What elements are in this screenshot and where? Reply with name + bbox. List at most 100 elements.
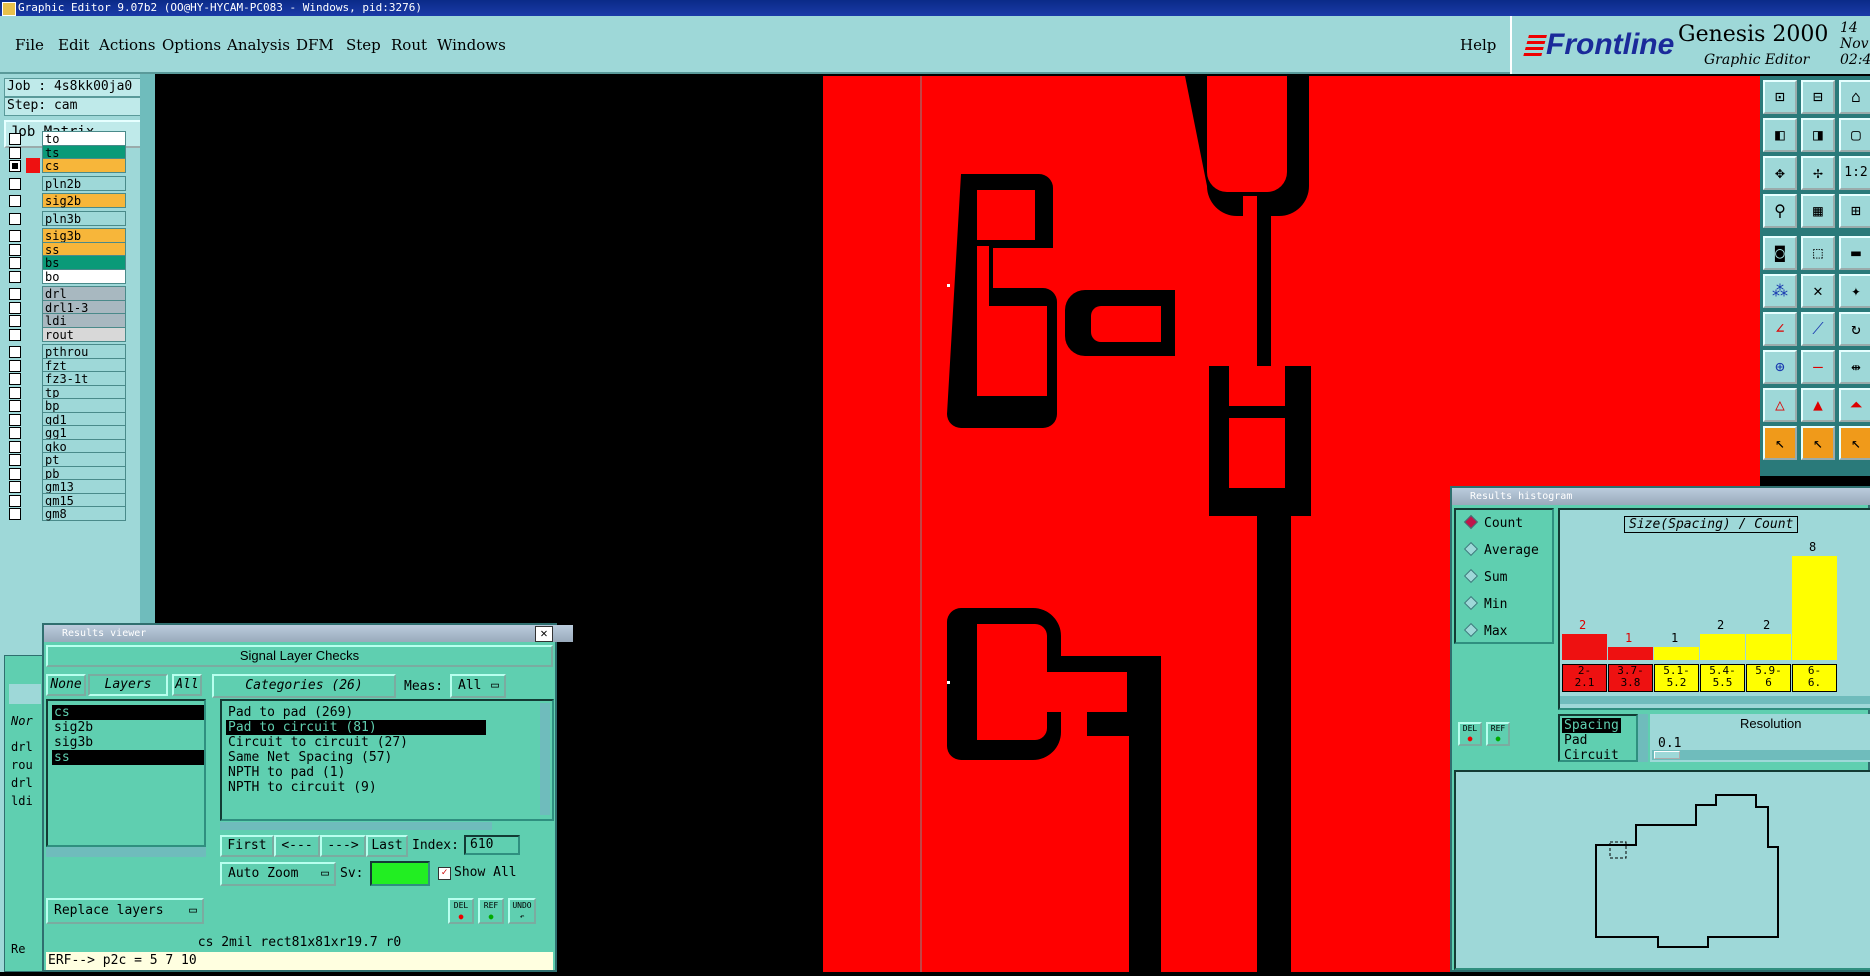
layer-name[interactable]: pln3b — [42, 210, 126, 226]
severity-color-dropdown[interactable] — [370, 861, 430, 886]
layer-checkbox[interactable] — [9, 346, 21, 358]
category-item[interactable]: NPTH to pad (1) — [226, 765, 486, 780]
layer-checkbox[interactable] — [9, 454, 21, 466]
layer-result-item[interactable]: sig2b — [52, 720, 204, 735]
layer-checkbox[interactable] — [9, 508, 21, 520]
layer-checkbox[interactable] — [9, 373, 21, 385]
histogram-bar[interactable] — [1608, 647, 1653, 660]
histogram-bar[interactable] — [1562, 634, 1607, 660]
histogram-hscroll[interactable] — [1560, 696, 1870, 704]
close-icon[interactable]: ✕ — [535, 626, 553, 642]
save-icon[interactable]: ⊟ — [1801, 80, 1835, 114]
layer-checkbox[interactable] — [9, 494, 21, 507]
layer-checkbox[interactable] — [9, 413, 21, 426]
layer-name[interactable]: sig2b — [42, 193, 126, 208]
cross-icon[interactable]: ✕ — [1801, 274, 1835, 308]
category-item[interactable]: Pad to pad (269) — [226, 705, 486, 720]
menu-edit[interactable]: Edit — [58, 36, 89, 54]
zoom-1-2-icon[interactable]: 1:2 — [1839, 156, 1870, 190]
diagonal-icon[interactable]: ⟋ — [1801, 312, 1835, 346]
arc-icon[interactable]: ↻ — [1839, 312, 1870, 346]
snap-icon[interactable]: ⊞ — [1839, 194, 1870, 228]
menu-dfm[interactable]: DFM — [296, 36, 334, 54]
snap-point-icon[interactable]: ✦ — [1839, 274, 1870, 308]
layer-name[interactable]: gm8 — [42, 506, 126, 521]
net-icon[interactable]: ⁂ — [1763, 274, 1797, 308]
layer-row-bo[interactable]: bo — [4, 268, 126, 284]
layer-checkbox[interactable] — [9, 133, 21, 145]
add-pad-icon[interactable]: ⊕ — [1763, 350, 1797, 384]
layer-result-item[interactable]: ss — [52, 750, 204, 765]
measure-icon[interactable]: ⚲ — [1763, 194, 1797, 228]
undo-button[interactable]: UNDO ↶ — [508, 898, 536, 924]
all-button[interactable]: All — [172, 674, 202, 696]
hline-icon[interactable]: — — [1801, 350, 1835, 384]
del-button[interactable]: DEL ● — [448, 898, 474, 924]
layer-listbox[interactable]: cs sig2b sig3b ss — [46, 699, 206, 847]
layer-checkbox[interactable] — [9, 212, 21, 225]
category-listbox[interactable]: Pad to pad (269) Pad to circuit (81) Cir… — [220, 699, 554, 821]
ruler-icon[interactable]: ▬ — [1839, 236, 1870, 270]
layer-checkbox[interactable] — [9, 386, 21, 399]
menu-options[interactable]: Options — [162, 36, 221, 54]
sum-radio[interactable]: Sum — [1463, 568, 1507, 585]
ref-button[interactable]: REF ● — [478, 898, 504, 924]
layer-checkbox[interactable] — [9, 481, 21, 493]
resolution-slider[interactable] — [1652, 750, 1870, 760]
show-all-checkbox[interactable]: ✓ — [438, 867, 451, 880]
layer-checkbox[interactable] — [9, 467, 21, 480]
pointer-select-icon[interactable]: ↖ — [1801, 426, 1835, 460]
layer-checkbox[interactable] — [9, 400, 21, 412]
histogram-bar[interactable] — [1746, 634, 1791, 660]
category-item[interactable]: NPTH to circuit (9) — [226, 780, 486, 795]
layer-checkbox[interactable] — [9, 440, 21, 453]
select-box-icon[interactable]: ⬚ — [1801, 236, 1835, 270]
layer-checkbox[interactable] — [9, 146, 21, 159]
layer-checkbox[interactable] — [9, 257, 21, 269]
hist-del-button[interactable]: DEL ● — [1458, 722, 1482, 746]
layer-checkbox[interactable] — [9, 288, 21, 300]
type-list-scroll[interactable] — [1638, 714, 1648, 762]
none-button[interactable]: None — [46, 674, 86, 696]
type-item[interactable]: Pad — [1564, 733, 1587, 748]
replace-layers-dropdown[interactable]: Replace layers ▭ — [46, 898, 204, 924]
resolution-slider-thumb[interactable] — [1654, 751, 1680, 759]
layer-result-item[interactable]: sig3b — [52, 735, 204, 750]
layer-list-scrollbar[interactable] — [140, 74, 155, 654]
category-hscroll[interactable] — [220, 822, 492, 830]
layer-checkbox[interactable] — [9, 177, 21, 190]
last-button[interactable]: Last — [366, 835, 408, 857]
category-item[interactable]: Circuit to circuit (27) — [226, 735, 486, 750]
first-button[interactable]: First — [220, 835, 274, 857]
type-item[interactable]: Spacing — [1562, 718, 1621, 733]
layer-list-hscroll[interactable] — [46, 847, 206, 857]
results-viewer-title[interactable]: Results viewer — [44, 625, 573, 642]
categories-tab[interactable]: Categories (26) — [212, 674, 396, 698]
triangle-icon[interactable]: △ — [1763, 388, 1797, 422]
min-radio[interactable]: Min — [1463, 595, 1507, 612]
next-button[interactable]: ---> — [320, 835, 366, 857]
layer-row-gm8[interactable]: gm8 — [4, 506, 126, 521]
layer-row-sig2b[interactable]: sig2b — [4, 193, 126, 208]
pad-icon[interactable]: ◙ — [1763, 236, 1797, 270]
layer-checkbox[interactable] — [9, 270, 21, 283]
pan-left-icon[interactable]: ◧ — [1763, 118, 1797, 152]
layer-checkbox[interactable] — [9, 243, 21, 256]
pointer-edit-icon[interactable]: ↖ — [1839, 426, 1870, 460]
category-item[interactable]: Same Net Spacing (57) — [226, 750, 486, 765]
auto-zoom-dropdown[interactable]: Auto Zoom ▭ — [220, 862, 336, 886]
category-vscroll[interactable] — [540, 703, 550, 815]
menu-windows[interactable]: Windows — [437, 36, 506, 54]
layer-name[interactable]: cs — [42, 158, 126, 173]
layer-checkbox[interactable] — [9, 301, 21, 314]
board-overview[interactable] — [1454, 770, 1870, 970]
pointer-icon[interactable]: ↖ — [1763, 426, 1797, 460]
menu-step[interactable]: Step — [346, 36, 381, 54]
count-radio[interactable]: Count — [1463, 514, 1523, 531]
layer-row-rout[interactable]: rout — [4, 326, 126, 342]
layer-name[interactable]: pln2b — [42, 175, 126, 191]
layer-name[interactable]: bo — [42, 268, 126, 284]
layers-tab[interactable]: Layers — [88, 674, 168, 696]
line-icon[interactable]: ∠ — [1763, 312, 1797, 346]
histogram-bar[interactable] — [1792, 556, 1837, 660]
